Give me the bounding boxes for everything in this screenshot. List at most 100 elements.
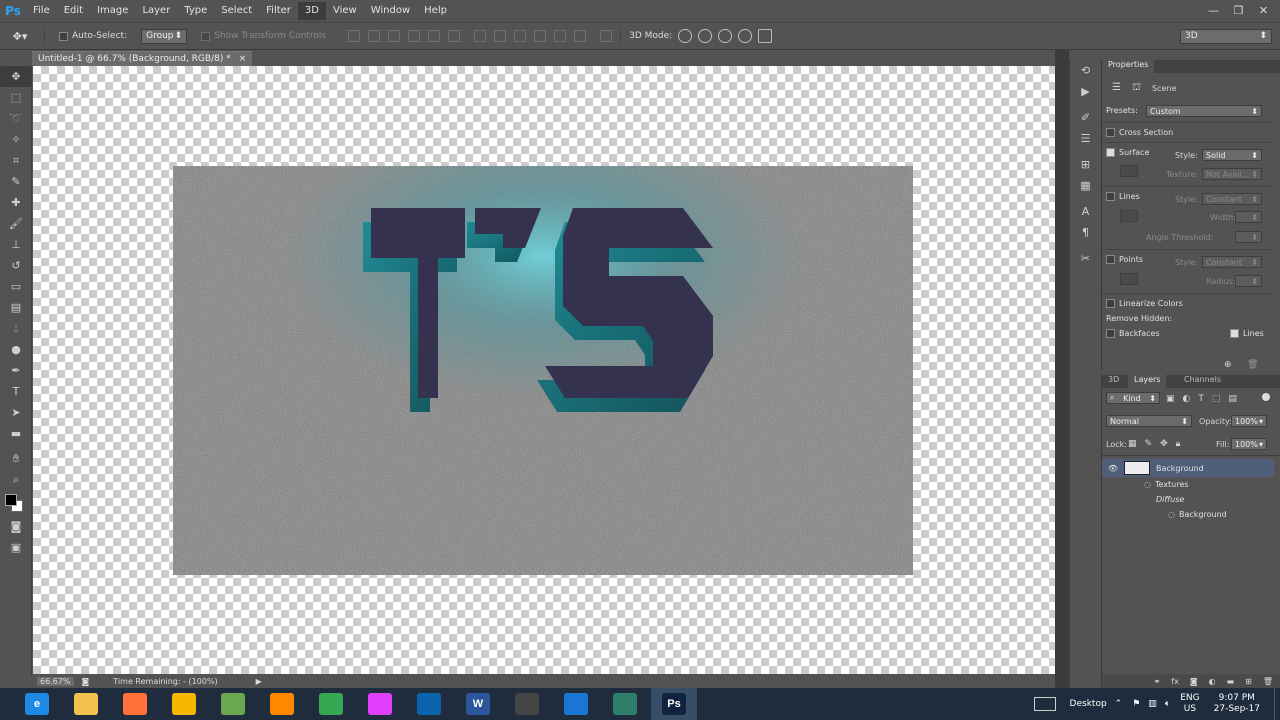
taskbar-app[interactable] xyxy=(161,688,207,720)
hidden-lines-checkbox[interactable] xyxy=(1230,329,1239,338)
status-info-icon[interactable]: ◙ xyxy=(82,677,90,686)
taskbar-app[interactable]: W xyxy=(455,688,501,720)
taskbar-app[interactable]: e xyxy=(14,688,60,720)
menu-type[interactable]: Type xyxy=(177,2,214,20)
blend-mode-dropdown[interactable]: Normal ⬍ xyxy=(1106,415,1192,427)
delete-icon[interactable]: 🗑︎ xyxy=(1247,360,1258,370)
actions-icon[interactable]: ▶ xyxy=(1070,81,1101,101)
adjustment-layer-icon[interactable]: ◐ xyxy=(1209,677,1216,686)
move-tool-icon[interactable]: ✥ xyxy=(0,66,32,87)
eyedropper-tool-icon[interactable]: ✎ xyxy=(0,171,32,192)
3d-scene[interactable]: TS xyxy=(173,166,913,575)
pen-tool-icon[interactable]: ✒ xyxy=(0,360,32,381)
width-input[interactable]: ⬍ xyxy=(1235,211,1262,223)
network-icon[interactable]: ▥ xyxy=(1148,699,1157,709)
eraser-tool-icon[interactable]: ▭ xyxy=(0,276,32,297)
magic-wand-tool-icon[interactable]: ✧ xyxy=(0,129,32,150)
healing-brush-tool-icon[interactable]: ✚ xyxy=(0,192,32,213)
auto-align-icon[interactable] xyxy=(600,30,613,42)
taskbar-app[interactable] xyxy=(602,688,648,720)
menu-window[interactable]: Window xyxy=(364,2,417,20)
paragraph-icon[interactable]: ¶ xyxy=(1070,222,1101,242)
align-right-icon[interactable] xyxy=(448,30,461,42)
layer-sub-item[interactable]: Diffuse xyxy=(1102,492,1274,507)
layer-sub-item[interactable]: ◌ Background xyxy=(1102,507,1274,522)
backfaces-checkbox[interactable] xyxy=(1106,329,1115,338)
surface-checkbox[interactable] xyxy=(1106,148,1115,157)
layer-sub-item[interactable]: ◌ Textures xyxy=(1102,477,1274,492)
dodge-tool-icon[interactable]: ● xyxy=(0,339,32,360)
lock-position-icon[interactable]: ✥ xyxy=(1160,439,1168,449)
points-color-swatch[interactable] xyxy=(1120,273,1138,285)
visibility-eye-icon[interactable]: 👁︎ xyxy=(1102,464,1124,473)
lines-checkbox[interactable] xyxy=(1106,192,1115,201)
align-bottom-icon[interactable] xyxy=(388,30,401,42)
auto-select-dropdown[interactable]: Group ⬍ xyxy=(141,28,188,44)
delete-layer-icon[interactable]: 🗑︎ xyxy=(1263,677,1273,686)
document-tab[interactable]: Untitled-1 @ 66.7% (Background, RGB/8) *… xyxy=(32,51,253,66)
clock[interactable]: 9:07 PM 27-Sep-17 xyxy=(1214,693,1260,715)
minimize-button[interactable]: — xyxy=(1201,0,1226,20)
fx-icon[interactable]: fx xyxy=(1171,677,1179,686)
lines-style-dropdown[interactable]: Constant ⬍ xyxy=(1202,193,1262,205)
restore-button[interactable]: ❐ xyxy=(1226,0,1251,20)
radius-input[interactable]: ⬍ xyxy=(1235,275,1262,287)
taskbar-app[interactable] xyxy=(210,688,256,720)
flag-icon[interactable]: ⚑ xyxy=(1132,699,1140,709)
kind-filter-dropdown[interactable]: ⌕ Kind ⬍ xyxy=(1106,392,1160,404)
menu-image[interactable]: Image xyxy=(90,2,135,20)
surface-style-dropdown[interactable]: Solid ⬍ xyxy=(1202,149,1262,161)
keyboard-icon[interactable] xyxy=(1033,697,1056,711)
tab-layers[interactable]: Layers xyxy=(1128,375,1167,388)
close-button[interactable]: ✕ xyxy=(1251,0,1276,20)
taskbar-app[interactable] xyxy=(357,688,403,720)
crop-tool-icon[interactable]: ⌗ xyxy=(0,150,32,171)
menu-3d[interactable]: 3D xyxy=(297,2,326,20)
language-indicator[interactable]: ENG US xyxy=(1180,693,1199,715)
fill-input[interactable]: 100% ▾ xyxy=(1231,438,1267,450)
status-arrow-icon[interactable]: ▶ xyxy=(256,677,262,686)
link-layers-icon[interactable]: ⚭ xyxy=(1154,677,1161,686)
taskbar-app[interactable] xyxy=(308,688,354,720)
visibility-eye-icon[interactable]: ◌ xyxy=(1168,510,1175,519)
points-style-dropdown[interactable]: Constant ⬍ xyxy=(1202,256,1262,268)
quick-mask-icon[interactable]: ◙ xyxy=(0,516,32,537)
workspace-dropdown[interactable]: 3D ⬍ xyxy=(1180,28,1272,44)
align-top-icon[interactable] xyxy=(348,30,361,42)
tool-presets-icon[interactable]: ✂ xyxy=(1070,248,1101,268)
marquee-tool-icon[interactable]: ⬚ xyxy=(0,87,32,108)
clone-stamp-tool-icon[interactable]: ⊥ xyxy=(0,234,32,255)
tray-chevron-icon[interactable]: ⌃ xyxy=(1115,699,1123,709)
cross-section-checkbox[interactable] xyxy=(1106,128,1115,137)
add-mask-icon[interactable]: ◙ xyxy=(1190,677,1198,686)
blur-tool-icon[interactable]: 💧︎ xyxy=(0,318,32,339)
zoom-tool-icon[interactable]: ⌕ xyxy=(0,469,32,490)
volume-icon[interactable]: 🔈︎ xyxy=(1165,699,1170,709)
align-hcenter-icon[interactable] xyxy=(428,30,441,42)
auto-select-checkbox[interactable] xyxy=(59,31,68,41)
filter-type-icon[interactable]: T xyxy=(1198,394,1204,404)
menu-filter[interactable]: Filter xyxy=(259,2,298,20)
taskbar-app[interactable] xyxy=(112,688,158,720)
brush-presets-icon[interactable]: ✐ xyxy=(1070,107,1101,127)
filter-pixel-icon[interactable]: ▣ xyxy=(1166,394,1175,404)
opacity-input[interactable]: 100% ▾ xyxy=(1231,415,1267,427)
distribute-hcenter-icon[interactable] xyxy=(554,30,567,42)
scene-filter-icon[interactable]: ☰ xyxy=(1112,82,1121,93)
new-material-icon[interactable]: ⊕ xyxy=(1224,360,1232,370)
gradient-tool-icon[interactable]: ▤ xyxy=(0,297,32,318)
menu-layer[interactable]: Layer xyxy=(135,2,177,20)
orbit-3d-icon[interactable] xyxy=(678,29,693,43)
properties-icon[interactable]: ⊞ xyxy=(1070,154,1101,174)
scale-3d-icon[interactable] xyxy=(758,29,773,43)
photoshop-logo[interactable]: Ps xyxy=(0,0,26,22)
texture-dropdown[interactable]: Not Avail... ⬍ xyxy=(1202,168,1262,180)
path-selection-tool-icon[interactable]: ➤ xyxy=(0,402,32,423)
presets-dropdown[interactable]: Custom ⬍ xyxy=(1146,105,1262,117)
distribute-top-icon[interactable] xyxy=(474,30,487,42)
zoom-level[interactable]: 66.67% xyxy=(37,676,74,686)
character-icon[interactable]: A xyxy=(1070,201,1101,221)
adjustments-icon[interactable]: ☰ xyxy=(1070,128,1101,148)
menu-help[interactable]: Help xyxy=(417,2,454,20)
taskbar-app[interactable]: Ps xyxy=(651,688,697,720)
